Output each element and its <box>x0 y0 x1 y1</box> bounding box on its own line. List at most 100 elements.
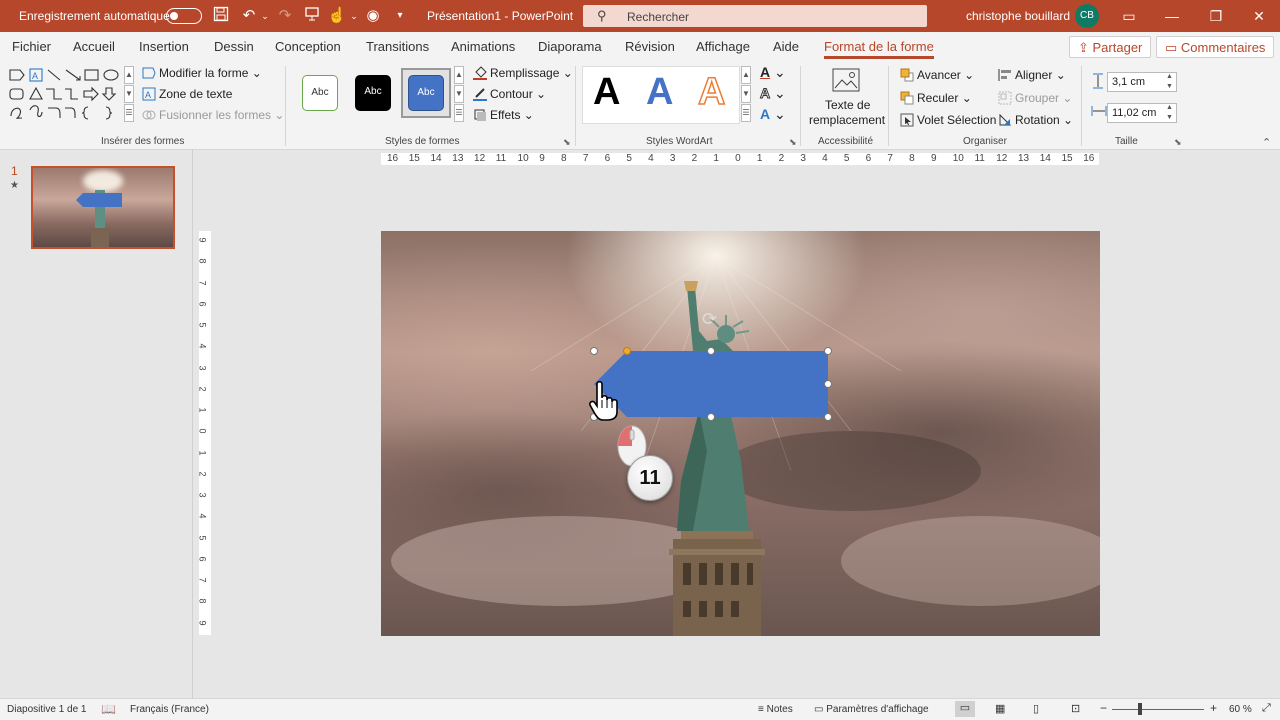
resize-handle-bottom-right[interactable] <box>824 413 832 421</box>
slide-canvas[interactable] <box>381 231 1100 636</box>
size-launcher-icon[interactable]: ⬊ <box>1174 137 1182 148</box>
tab-conception[interactable]: Conception <box>275 39 341 54</box>
merge-shapes-button[interactable]: Fusionner les formes ⌄ <box>142 108 284 122</box>
shapes-gallery[interactable]: A <box>8 66 126 124</box>
bring-forward-button[interactable]: Avancer ⌄ <box>900 68 974 82</box>
tab-animations[interactable]: Animations <box>451 39 515 54</box>
zoom-level[interactable]: 60 % <box>1229 704 1252 715</box>
styles-scroll-down-icon[interactable]: ▼ <box>454 85 464 103</box>
rotation-handle-icon[interactable]: ⟳ <box>702 309 717 330</box>
comments-button[interactable]: ▭ Commentaires <box>1156 36 1275 58</box>
text-effects-button[interactable]: A ⌄ <box>760 106 786 123</box>
effects-button[interactable]: Effets ⌄ <box>473 108 534 122</box>
zoom-slider-thumb[interactable] <box>1138 703 1142 715</box>
resize-handle-top-left[interactable] <box>590 347 598 355</box>
tab-format-forme[interactable]: Format de la forme <box>824 39 934 59</box>
shape-styles-launcher-icon[interactable]: ⬊ <box>563 137 571 148</box>
tab-insertion[interactable]: Insertion <box>139 39 189 54</box>
alt-text-icon[interactable] <box>832 68 860 97</box>
svg-text:A: A <box>145 90 151 100</box>
shape-style-preset-1[interactable]: Abc <box>302 75 338 111</box>
group-button[interactable]: Grouper ⌄ <box>998 91 1072 105</box>
search-box[interactable]: ⚲ Rechercher <box>583 5 927 27</box>
record-icon[interactable]: ◉ <box>362 6 384 26</box>
zoom-in-icon[interactable]: + <box>1210 701 1217 715</box>
restore-icon[interactable]: ❐ <box>1201 5 1231 27</box>
tab-affichage[interactable]: Affichage <box>696 39 750 54</box>
ruler-v-tick-label: 4 <box>199 344 208 349</box>
shapes-scroll-down-icon[interactable]: ▼ <box>124 85 134 103</box>
shape-style-preset-3[interactable]: Abc <box>408 75 444 111</box>
tab-accueil[interactable]: Accueil <box>73 39 115 54</box>
tab-revision[interactable]: Révision <box>625 39 675 54</box>
wordart-style-black[interactable]: A <box>593 72 620 112</box>
minimize-icon[interactable]: — <box>1157 5 1187 27</box>
collapse-ribbon-icon[interactable]: ⌃ <box>1262 136 1271 149</box>
modify-shape-label: Modifier la forme <box>159 66 249 80</box>
slideshow-view-icon[interactable]: ⊡ <box>1071 702 1080 715</box>
wordart-scroll-down-icon[interactable]: ▼ <box>741 85 751 103</box>
spell-check-icon[interactable]: 📖 <box>101 702 116 716</box>
notes-button[interactable]: ≡ Notes <box>758 704 793 715</box>
language-indicator[interactable]: Français (France) <box>130 704 209 715</box>
fit-to-window-icon[interactable]: ⤢ <box>1262 702 1271 715</box>
text-box-button[interactable]: A Zone de texte <box>142 87 232 101</box>
resize-handle-bottom[interactable] <box>707 413 715 421</box>
shapes-icons[interactable]: A <box>8 66 126 124</box>
autosave-toggle[interactable] <box>166 8 202 24</box>
slide-thumbnail[interactable] <box>31 166 175 249</box>
share-button[interactable]: ⇪ Partager <box>1069 36 1152 58</box>
resize-handle-top-right[interactable] <box>824 347 832 355</box>
text-outline-button[interactable]: A ⌄ <box>759 85 785 102</box>
wordart-style-orange-outline[interactable]: A <box>697 71 726 113</box>
tab-diaporama[interactable]: Diaporama <box>538 39 602 54</box>
tab-fichier[interactable]: Fichier <box>12 39 51 54</box>
resize-handle-top[interactable] <box>707 347 715 355</box>
tab-aide[interactable]: Aide <box>773 39 799 54</box>
shapes-more-icon[interactable]: ☰ <box>124 104 134 122</box>
resize-handle-right[interactable] <box>824 380 832 388</box>
normal-view-icon[interactable]: ▭ <box>955 701 975 717</box>
zoom-out-icon[interactable]: − <box>1100 701 1107 715</box>
width-spinner-icon[interactable]: ▲ ▼ <box>1166 103 1173 123</box>
align-button[interactable]: Aligner ⌄ <box>998 68 1066 82</box>
rotate-button[interactable]: Rotation ⌄ <box>998 113 1073 127</box>
wordart-scroll-up-icon[interactable]: ▲ <box>741 66 751 84</box>
outline-button[interactable]: Contour ⌄ <box>473 87 546 101</box>
step-number-badge: 11 <box>627 455 673 501</box>
wordart-style-blue[interactable]: A <box>646 72 673 112</box>
zoom-slider-track[interactable] <box>1112 709 1204 710</box>
fill-button[interactable]: Remplissage ⌄ <box>473 66 573 80</box>
send-backward-button[interactable]: Reculer ⌄ <box>900 91 972 105</box>
ruler-h-tick-label: 7 <box>887 153 893 164</box>
styles-more-icon[interactable]: ☰ <box>454 104 464 122</box>
display-settings-label: Paramètres d'affichage <box>826 704 929 715</box>
user-name[interactable]: christophe bouillard <box>966 9 1070 23</box>
alt-text-line1[interactable]: Texte de <box>825 98 870 112</box>
styles-scroll-up-icon[interactable]: ▲ <box>454 66 464 84</box>
modify-shape-button[interactable]: Modifier la forme ⌄ <box>142 66 262 80</box>
undo-dropdown-icon[interactable]: ⌄ <box>254 6 276 26</box>
redo-icon[interactable]: ↷ <box>274 6 296 26</box>
reading-view-icon[interactable]: ▯ <box>1033 702 1039 715</box>
save-icon[interactable] <box>210 6 232 26</box>
adjustment-handle[interactable] <box>623 347 631 355</box>
ruler-h-tick-label: 15 <box>1061 153 1073 164</box>
wordart-launcher-icon[interactable]: ⬊ <box>789 137 797 148</box>
avatar[interactable]: CB <box>1075 4 1099 28</box>
shapes-scroll-up-icon[interactable]: ▲ <box>124 66 134 84</box>
selection-pane-button[interactable]: Volet Sélection <box>900 113 996 127</box>
tab-dessin[interactable]: Dessin <box>214 39 254 54</box>
tab-transitions[interactable]: Transitions <box>366 39 429 54</box>
alt-text-line2[interactable]: remplacement <box>809 113 885 127</box>
text-fill-button[interactable]: A ⌄ <box>760 64 786 81</box>
shape-style-preset-2[interactable]: Abc <box>355 75 391 111</box>
wordart-more-icon[interactable]: ☰ <box>741 104 751 122</box>
height-spinner-icon[interactable]: ▲ ▼ <box>1166 72 1173 92</box>
customize-qat-icon[interactable]: ▾ <box>389 6 411 26</box>
slide-sorter-icon[interactable]: ▦ <box>995 702 1005 715</box>
display-settings-button[interactable]: ▭ Paramètres d'affichage <box>814 704 929 715</box>
close-icon[interactable]: ✕ <box>1244 5 1274 27</box>
ribbon-display-icon[interactable]: ▭ <box>1114 5 1144 27</box>
present-icon[interactable] <box>301 6 323 26</box>
